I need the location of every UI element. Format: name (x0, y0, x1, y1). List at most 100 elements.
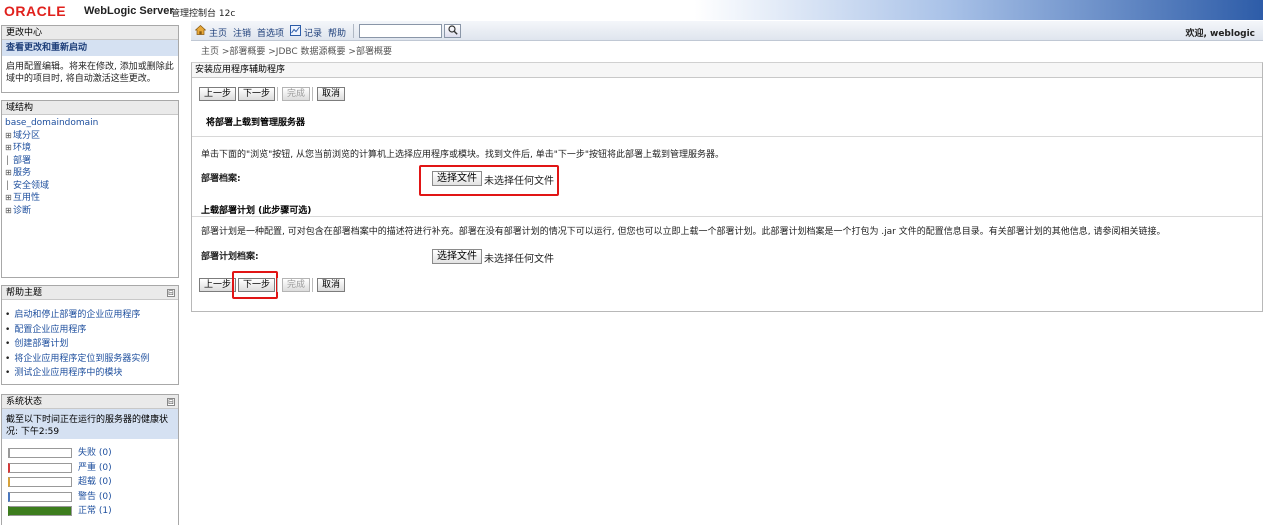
change-center-title: 更改中心 (2, 26, 178, 40)
top-toolbar: 主页 注销 首选项 记录 帮助 欢迎, weblogic (191, 21, 1263, 41)
help-topics-panel: 帮助主题 ⊟ 启动和停止部署的企业应用程序配置企业应用程序创建部署计划将企业应用… (1, 285, 179, 385)
help-topic-link[interactable]: 测试企业应用程序中的模块 (5, 366, 178, 381)
button-separator (277, 87, 278, 101)
domain-tree: base_domaindomain ⊞域分区 ⊞环境 │ 部署 ⊞服务 │ 安全领域 ⊞互用性… (2, 115, 178, 217)
system-status-intro: 截至以下时间正在运行的服务器的健康状况: 下午2:59 (2, 409, 178, 439)
help-topic-label[interactable]: 创建部署计划 (14, 339, 68, 349)
toolbar-record-link[interactable]: 记录 (304, 26, 322, 39)
help-topic-label[interactable]: 将企业应用程序定位到服务器实例 (14, 354, 149, 364)
tree-item-label[interactable]: 服务 (13, 168, 31, 178)
help-topic-label[interactable]: 配置企业应用程序 (14, 325, 86, 335)
tree-item[interactable]: │ 部署 (5, 155, 178, 168)
expand-icon[interactable]: ⊞ (5, 142, 13, 154)
help-topics-title-text: 帮助主题 (6, 288, 43, 298)
help-topic-label[interactable]: 测试企业应用程序中的模块 (14, 368, 122, 378)
record-icon[interactable] (290, 25, 301, 36)
choose-plan-file-button[interactable]: 选择文件 (432, 249, 482, 264)
collapse-icon[interactable]: ⊟ (167, 398, 175, 406)
toolbar-divider (353, 24, 354, 38)
tree-item-label[interactable]: 诊断 (13, 206, 31, 216)
plan-label: 部署计划档案: (201, 252, 259, 262)
tree-item-label[interactable]: 部署 (13, 156, 31, 166)
welcome-message: 欢迎, weblogic (1185, 29, 1255, 39)
finish-button[interactable]: 完成 (282, 278, 311, 292)
change-center-panel: 更改中心 查看更改和重新启动 启用配置编辑。将来在修改, 添加或删除此域中的项目… (1, 25, 179, 93)
health-status-label[interactable]: 严重 (0) (78, 461, 112, 476)
tree-item[interactable]: ⊞诊断 (5, 205, 178, 218)
expand-icon[interactable]: ⊞ (5, 130, 13, 142)
health-status-row: 警告 (0) (8, 490, 178, 505)
collapse-icon[interactable]: ⊟ (167, 289, 175, 297)
health-status-label[interactable]: 警告 (0) (78, 490, 112, 505)
expand-icon[interactable]: ⊞ (5, 205, 13, 217)
tree-root-domain[interactable]: base_domaindomain (5, 118, 98, 128)
help-topic-link[interactable]: 创建部署计划 (5, 337, 178, 352)
button-separator (312, 278, 313, 292)
highlight-box (232, 271, 278, 299)
tree-item[interactable]: ⊞域分区 (5, 130, 178, 143)
search-button[interactable] (444, 24, 461, 38)
toolbar-preferences-link[interactable]: 首选项 (257, 26, 284, 39)
health-status-label[interactable]: 超载 (0) (78, 475, 112, 490)
tree-item[interactable]: ⊞互用性 (5, 192, 178, 205)
assistant-title: 安装应用程序辅助程序 (192, 63, 1262, 78)
health-status-label[interactable]: 失败 (0) (78, 446, 112, 461)
product-name: WebLogic Server (84, 5, 174, 17)
tree-item[interactable]: ⊞环境 (5, 142, 178, 155)
cancel-button[interactable]: 取消 (317, 87, 346, 101)
system-status-title: 系统状态 ⊟ (2, 395, 178, 409)
health-status-bar (8, 477, 72, 487)
health-status-label[interactable]: 正常 (1) (78, 504, 112, 519)
section-divider (192, 216, 1262, 217)
health-status-row: 失败 (0) (8, 446, 178, 461)
health-status-bar (8, 491, 72, 502)
help-topic-link[interactable]: 配置企业应用程序 (5, 323, 178, 338)
breadcrumb[interactable]: 主页 >部署概要 >JDBC 数据源概要 >部署概要 (201, 44, 392, 57)
domain-structure-title: 域结构 (2, 101, 178, 115)
tree-item-label[interactable]: 环境 (13, 143, 31, 153)
tree-item-label[interactable]: 互用性 (13, 193, 40, 203)
toolbar-help-link[interactable]: 帮助 (328, 26, 346, 39)
change-center-description: 启用配置编辑。将来在修改, 添加或删除此域中的项目时, 将自动激活这些更改。 (6, 62, 174, 84)
expand-icon[interactable]: ⊞ (5, 192, 13, 204)
health-status-bar (8, 448, 72, 458)
tree-line-icon: │ (5, 180, 10, 190)
search-input[interactable] (359, 24, 442, 38)
toolbar-logout-link[interactable]: 注销 (233, 26, 251, 39)
highlight-box (419, 165, 559, 196)
install-assistant-panel: 安装应用程序辅助程序 上一步 下一步 完成 取消 将部署上载到管理服务器 单击下… (191, 62, 1263, 312)
plan-description: 部署计划是一种配置, 可对包含在部署档案中的描述符进行补充。部署在没有部署计划的… (201, 227, 1166, 237)
tree-item[interactable]: ⊞服务 (5, 167, 178, 180)
view-changes-link[interactable]: 查看更改和重新启动 (2, 40, 178, 56)
back-button[interactable]: 上一步 (199, 87, 237, 101)
health-status-bar (8, 462, 72, 473)
finish-button[interactable]: 完成 (282, 87, 311, 101)
health-status-fill (10, 507, 71, 515)
cancel-button[interactable]: 取消 (317, 278, 346, 292)
help-topic-link[interactable]: 启动和停止部署的企业应用程序 (5, 308, 178, 323)
home-icon[interactable] (195, 25, 206, 35)
health-status-row: 正常 (1) (8, 504, 178, 519)
tree-item-label[interactable]: 域分区 (13, 131, 40, 141)
back-button[interactable]: 上一步 (199, 278, 237, 292)
health-status-bar (8, 506, 72, 516)
product-subtitle: 管理控制台 12c (171, 9, 236, 19)
help-topic-label[interactable]: 启动和停止部署的企业应用程序 (14, 310, 140, 320)
search-icon (447, 25, 458, 35)
expand-icon[interactable]: ⊞ (5, 167, 13, 179)
help-topic-link[interactable]: 将企业应用程序定位到服务器实例 (5, 352, 178, 367)
health-status-list: 失败 (0) 严重 (0) 超载 (0) 警告 (0) 正常 (1) (2, 439, 178, 519)
system-status-title-text: 系统状态 (6, 397, 43, 407)
tree-item[interactable]: │ 安全领域 (5, 180, 178, 193)
header-banner: ORACLE WebLogic Server 管理控制台 12c (0, 0, 1263, 20)
health-status-row: 超载 (0) (8, 475, 178, 490)
upload-description: 单击下面的"浏览"按钮, 从您当前浏览的计算机上选择应用程序或模块。找到文件后,… (201, 150, 725, 160)
tree-item-label[interactable]: 安全领域 (13, 181, 49, 191)
help-topics-list: 启动和停止部署的企业应用程序配置企业应用程序创建部署计划将企业应用程序定位到服务… (2, 300, 178, 381)
toolbar-home-link[interactable]: 主页 (209, 26, 227, 39)
plan-file-status: 未选择任何文件 (484, 254, 554, 265)
upload-section-title: 将部署上载到管理服务器 (206, 118, 306, 128)
next-button[interactable]: 下一步 (238, 87, 276, 101)
plan-section-title: 上载部署计划 (此步骤可选) (201, 206, 312, 216)
button-separator (312, 87, 313, 101)
